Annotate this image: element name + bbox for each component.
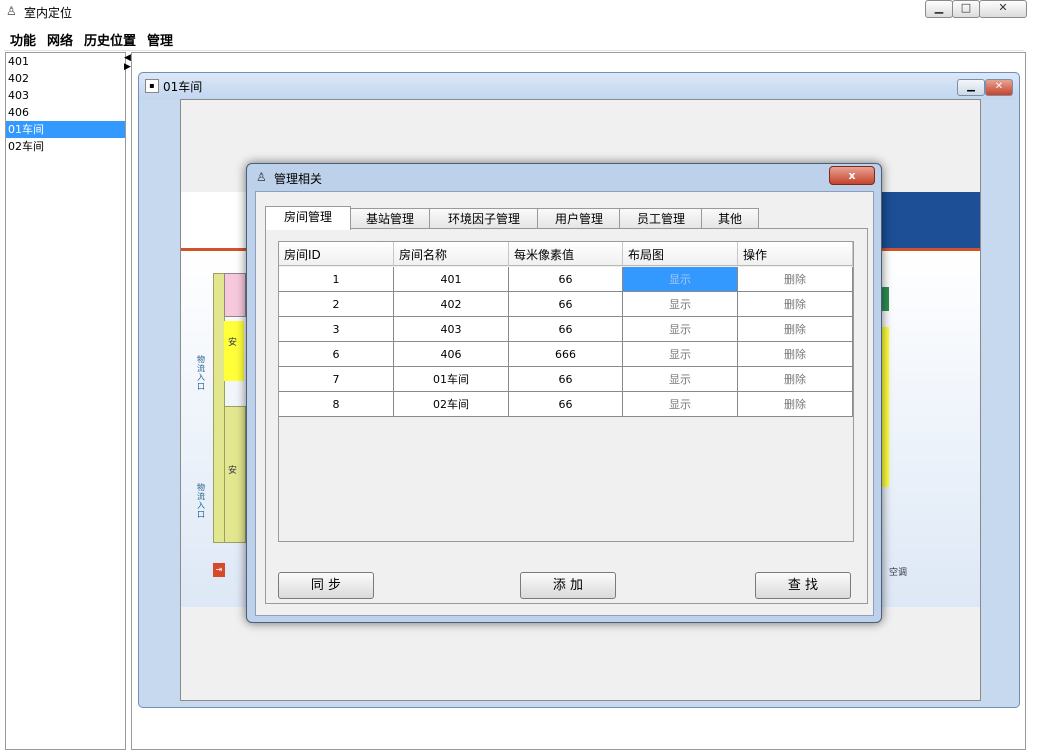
- add-button[interactable]: 添 加: [520, 572, 616, 599]
- maximize-button[interactable]: □: [952, 0, 980, 18]
- delete-button[interactable]: 删除: [738, 342, 853, 367]
- table-row[interactable]: 6 406 666 显示 删除: [279, 342, 853, 367]
- floorplan-blue-band: [876, 192, 980, 248]
- show-layout-button[interactable]: 显示: [623, 342, 738, 367]
- splitter-arrows-icon[interactable]: ◀ ▶: [124, 54, 131, 72]
- floorplan-ac-label: 空调: [889, 568, 908, 578]
- minimize-button[interactable]: ▁: [925, 0, 953, 18]
- cell-pixels-per-meter[interactable]: 66: [509, 267, 623, 292]
- column-header-pixels-per-meter[interactable]: 每米像素值: [509, 242, 623, 266]
- cell-room-name[interactable]: 402: [394, 292, 509, 317]
- frame-icon: ▪: [145, 79, 159, 93]
- cell-room-id[interactable]: 6: [279, 342, 394, 367]
- dialog-titlebar[interactable]: ♙ 管理相关 x: [247, 164, 881, 190]
- management-dialog: ♙ 管理相关 x 房间管理 基站管理 环境因子管理 用户管理 员工管理 其他 房…: [246, 163, 882, 623]
- internal-frame-titlebar[interactable]: ▪ 01车间 ▁ ✕: [139, 73, 1019, 99]
- show-layout-button[interactable]: 显示: [623, 392, 738, 417]
- person-pin-icon: ♙: [256, 170, 267, 184]
- column-header-room-id[interactable]: 房间ID: [279, 242, 394, 266]
- dialog-body: 房间管理 基站管理 环境因子管理 用户管理 员工管理 其他 房间ID 房间名称 …: [255, 191, 874, 616]
- sync-button[interactable]: 同 步: [278, 572, 374, 599]
- floorplan-safety-label: 安: [228, 466, 238, 476]
- show-layout-button[interactable]: 显示: [623, 267, 738, 292]
- delete-button[interactable]: 删除: [738, 392, 853, 417]
- dialog-title: 管理相关: [274, 172, 323, 186]
- table-row[interactable]: 2 402 66 显示 删除: [279, 292, 853, 317]
- tab-user-management[interactable]: 用户管理: [537, 208, 621, 229]
- cell-room-id[interactable]: 3: [279, 317, 394, 342]
- column-header-actions[interactable]: 操作: [738, 242, 853, 266]
- cell-pixels-per-meter[interactable]: 66: [509, 367, 623, 392]
- cell-room-name[interactable]: 01车间: [394, 367, 509, 392]
- cell-room-name[interactable]: 02车间: [394, 392, 509, 417]
- cell-room-id[interactable]: 1: [279, 267, 394, 292]
- table-row[interactable]: 8 02车间 66 显示 删除: [279, 392, 853, 417]
- menu-management[interactable]: 管理: [141, 26, 178, 49]
- room-management-panel: 房间ID 房间名称 每米像素值 布局图 操作 1 401 66 显示 删除 2 …: [265, 228, 868, 604]
- table-row[interactable]: 1 401 66 显示 删除: [279, 267, 853, 292]
- search-button[interactable]: 查 找: [755, 572, 851, 599]
- cell-room-id[interactable]: 7: [279, 367, 394, 392]
- tab-other[interactable]: 其他: [701, 208, 759, 229]
- show-layout-button[interactable]: 显示: [623, 317, 738, 342]
- column-header-layout[interactable]: 布局图: [623, 242, 738, 266]
- app-titlebar: ♙ 室内定位 ▁ □ ✕: [0, 0, 1039, 24]
- floorplan-zone: [881, 327, 889, 487]
- floorplan-marker: [881, 287, 889, 311]
- tab-room-management[interactable]: 房间管理: [265, 206, 351, 230]
- cell-pixels-per-meter[interactable]: 66: [509, 392, 623, 417]
- close-button[interactable]: ✕: [979, 0, 1027, 18]
- room-list-item-selected[interactable]: 01车间: [6, 121, 125, 138]
- internal-frame-title: 01车间: [163, 80, 203, 94]
- room-list-item[interactable]: 401: [6, 53, 125, 70]
- frame-minimize-button[interactable]: ▁: [957, 79, 985, 96]
- table-row[interactable]: 7 01车间 66 显示 删除: [279, 367, 853, 392]
- room-list[interactable]: 401 402 403 406 01车间 02车间: [5, 52, 126, 750]
- cell-pixels-per-meter[interactable]: 666: [509, 342, 623, 367]
- room-list-item[interactable]: 02车间: [6, 138, 125, 155]
- column-header-room-name[interactable]: 房间名称: [394, 242, 509, 266]
- cell-room-name[interactable]: 406: [394, 342, 509, 367]
- menu-history-location[interactable]: 历史位置: [78, 26, 141, 49]
- show-layout-button[interactable]: 显示: [623, 367, 738, 392]
- room-list-item[interactable]: 403: [6, 87, 125, 104]
- room-list-item[interactable]: 402: [6, 70, 125, 87]
- room-list-item[interactable]: 406: [6, 104, 125, 121]
- tab-base-station-management[interactable]: 基站管理: [349, 208, 431, 229]
- cell-pixels-per-meter[interactable]: 66: [509, 292, 623, 317]
- room-table[interactable]: 房间ID 房间名称 每米像素值 布局图 操作 1 401 66 显示 删除 2 …: [278, 241, 854, 542]
- menubar: 功能 网络 历史位置 管理: [4, 26, 1024, 51]
- app-title: 室内定位: [24, 6, 73, 20]
- cell-room-name[interactable]: 403: [394, 317, 509, 342]
- floorplan-room: [224, 273, 246, 317]
- floorplan-entrance-label: 物流入口: [197, 483, 205, 519]
- cell-pixels-per-meter[interactable]: 66: [509, 317, 623, 342]
- menu-functions[interactable]: 功能: [4, 26, 41, 49]
- delete-button[interactable]: 删除: [738, 267, 853, 292]
- frame-close-button[interactable]: ✕: [985, 79, 1013, 96]
- delete-button[interactable]: 删除: [738, 367, 853, 392]
- cell-room-id[interactable]: 8: [279, 392, 394, 417]
- floorplan-safety-label: 安: [228, 338, 238, 348]
- tab-employee-management[interactable]: 员工管理: [619, 208, 703, 229]
- delete-button[interactable]: 删除: [738, 317, 853, 342]
- dialog-close-button[interactable]: x: [829, 166, 875, 185]
- tab-environment-factor-management[interactable]: 环境因子管理: [429, 208, 539, 229]
- table-header: 房间ID 房间名称 每米像素值 布局图 操作: [279, 242, 853, 267]
- menu-network[interactable]: 网络: [41, 26, 78, 49]
- delete-button[interactable]: 删除: [738, 292, 853, 317]
- cell-room-name[interactable]: 401: [394, 267, 509, 292]
- floorplan-zone: [224, 321, 244, 381]
- person-pin-icon: ♙: [6, 4, 17, 18]
- fire-exit-icon: ⇥: [213, 563, 225, 577]
- cell-room-id[interactable]: 2: [279, 292, 394, 317]
- floorplan-entrance-label: 物流入口: [197, 355, 205, 391]
- table-row[interactable]: 3 403 66 显示 删除: [279, 317, 853, 342]
- show-layout-button[interactable]: 显示: [623, 292, 738, 317]
